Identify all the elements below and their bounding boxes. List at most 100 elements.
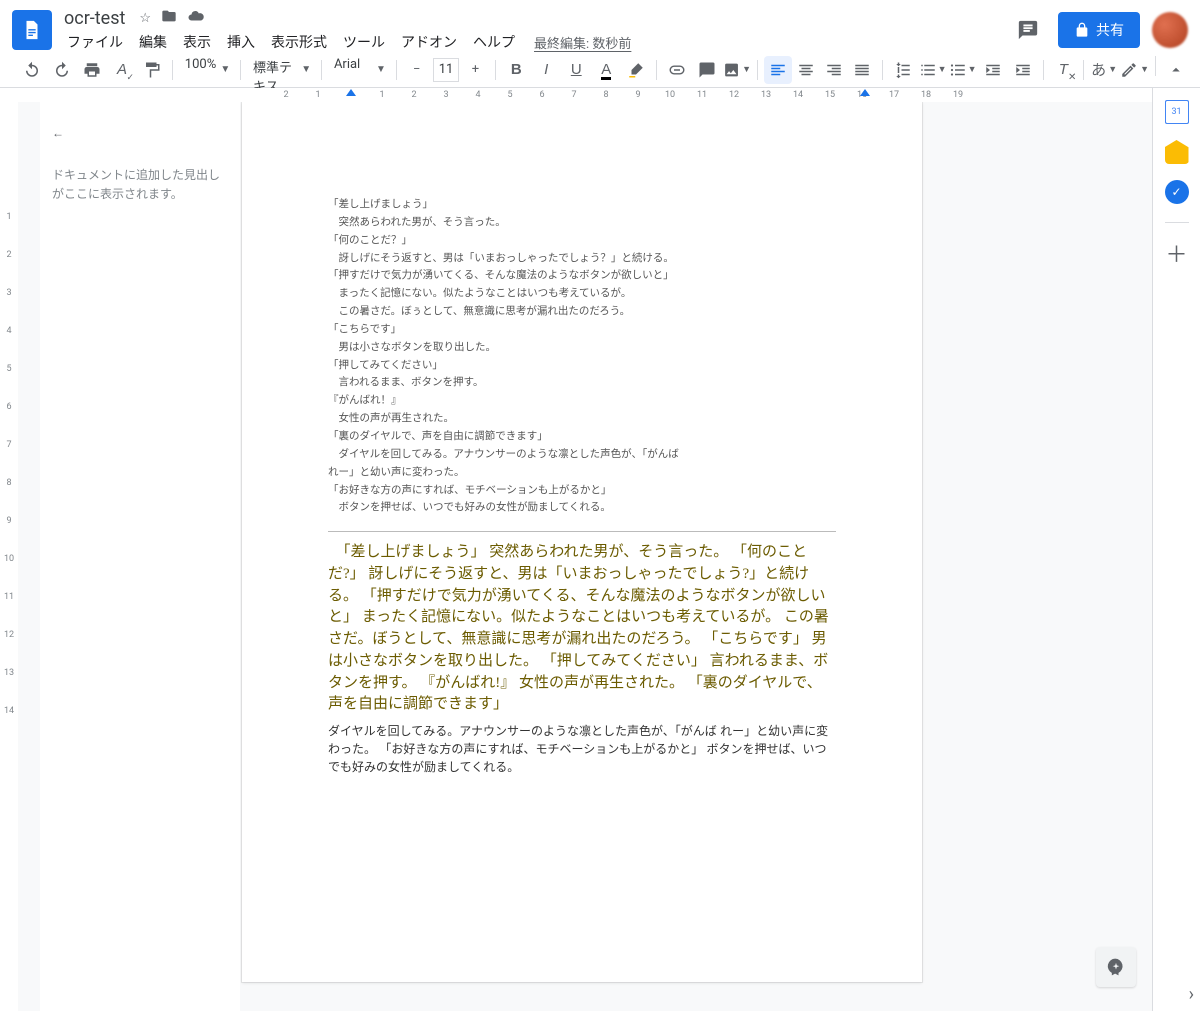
horizontal-rule xyxy=(328,531,836,532)
story-line[interactable]: 「何のことだ？」 xyxy=(328,232,836,250)
editing-mode-button[interactable]: ▼ xyxy=(1120,56,1149,84)
indent-increase-button[interactable] xyxy=(1009,56,1037,84)
story-line[interactable]: 言われるまま、ボタンを押す。 xyxy=(328,374,836,392)
ruler-tick: 10 xyxy=(654,90,686,100)
menu-bar: ファイル 編集 表示 挿入 表示形式 ツール アドオン ヘルプ 最終編集: 数秒… xyxy=(60,30,1010,54)
add-addon-icon[interactable]: ＋ xyxy=(1165,241,1189,265)
ruler-tick: 1 xyxy=(302,90,334,100)
share-button[interactable]: 共有 xyxy=(1058,12,1140,48)
ruler-tick: 7 xyxy=(558,90,590,100)
story-line[interactable]: 男は小さなボタンを取り出した。 xyxy=(328,339,836,357)
story-line[interactable]: 突然あらわれた男が、そう言った。 xyxy=(328,214,836,232)
story-line[interactable]: まったく記憶にない。似たようなことはいつも考えているが。 xyxy=(328,285,836,303)
star-icon[interactable]: ☆ xyxy=(139,11,151,26)
ruler-tick: 9 xyxy=(622,90,654,100)
ruler-tick: 11 xyxy=(686,90,718,100)
comments-icon[interactable] xyxy=(1010,12,1046,48)
share-label: 共有 xyxy=(1096,20,1124,40)
story-line[interactable]: れー」と幼い声に変わった。 xyxy=(328,464,836,482)
numbered-list-button[interactable]: ▼ xyxy=(919,56,947,84)
indent-marker-left[interactable] xyxy=(346,89,356,96)
ruler-tick: 4 xyxy=(6,326,11,336)
undo-button[interactable] xyxy=(18,56,46,84)
ruler-tick: 19 xyxy=(942,90,974,100)
story-line[interactable]: この暑さだ。ぼぅとして、無意識に思考が漏れ出たのだろう。 xyxy=(328,303,836,321)
ruler-tick: 8 xyxy=(590,90,622,100)
ruler-tick: 1 xyxy=(6,212,11,222)
input-mode-button[interactable]: あ▼ xyxy=(1090,56,1118,84)
story-line[interactable]: ボタンを押せば、いつでも好みの女性が励ましてくれる。 xyxy=(328,499,836,517)
text-color-button[interactable]: A xyxy=(592,56,620,84)
story-line[interactable]: 「お好きな方の声にすれば、モチベーションも上がるかと」 xyxy=(328,482,836,500)
font-select[interactable]: Arial xyxy=(328,57,378,83)
font-size-input[interactable]: 11 xyxy=(433,58,460,82)
underline-button[interactable]: U xyxy=(562,56,590,84)
story-line[interactable]: 訝しげにそう返すと、男は「いまおっしゃったでしょう？」と続ける。 xyxy=(328,250,836,268)
align-center-button[interactable] xyxy=(792,56,820,84)
story-line[interactable]: 「差し上げましょう」 xyxy=(328,196,836,214)
cloud-saved-icon[interactable] xyxy=(187,7,205,29)
ruler-tick: 2 xyxy=(6,250,11,260)
indent-decrease-button[interactable] xyxy=(979,56,1007,84)
story-line[interactable]: 『がんばれ！』 xyxy=(328,392,836,410)
font-size-decrease[interactable]: − xyxy=(403,56,431,84)
line-spacing-button[interactable] xyxy=(889,56,917,84)
story-line[interactable]: 「押すだけで気力が湧いてくる、そんな魔法のようなボタンが欲しいと」 xyxy=(328,267,836,285)
calendar-icon[interactable] xyxy=(1165,100,1189,124)
align-left-button[interactable] xyxy=(764,56,792,84)
insert-link-button[interactable] xyxy=(663,56,691,84)
story-line[interactable]: 「こちらです」 xyxy=(328,321,836,339)
side-panel: ＋ › xyxy=(1152,88,1200,1011)
outline-collapse-icon[interactable]: ← xyxy=(52,126,230,140)
explore-button[interactable] xyxy=(1096,947,1136,987)
align-right-button[interactable] xyxy=(820,56,848,84)
ruler-tick: 6 xyxy=(526,90,558,100)
story-line[interactable]: 女性の声が再生された。 xyxy=(328,410,836,428)
document-body-small[interactable]: 「差し上げましょう」 突然あらわれた男が、そう言った。「何のことだ？」 訝しげに… xyxy=(328,196,836,517)
insert-image-button[interactable]: ▼ xyxy=(723,56,751,84)
align-justify-button[interactable] xyxy=(848,56,876,84)
bold-button[interactable]: B xyxy=(502,56,530,84)
ruler-tick: 8 xyxy=(6,478,11,488)
ruler-tick: 18 xyxy=(910,90,942,100)
ruler-tick: 1 xyxy=(366,90,398,100)
ruler-tick: 12 xyxy=(4,630,14,640)
font-size-increase[interactable]: + xyxy=(461,56,489,84)
zoom-select[interactable]: 100% xyxy=(179,57,234,83)
ruler-tick: 2 xyxy=(270,90,302,100)
ruler-tick: 5 xyxy=(494,90,526,100)
clear-format-button[interactable]: T✕ xyxy=(1049,56,1077,84)
spellcheck-button[interactable]: A✓ xyxy=(108,56,136,84)
print-button[interactable] xyxy=(78,56,106,84)
ruler-tick: 9 xyxy=(6,516,11,526)
insert-comment-button[interactable] xyxy=(693,56,721,84)
side-panel-collapse-icon[interactable]: › xyxy=(1189,984,1194,1005)
vertical-ruler: 1234567891011121314 xyxy=(0,88,18,1011)
italic-button[interactable]: I xyxy=(532,56,560,84)
collapse-toolbar-button[interactable] xyxy=(1162,56,1190,84)
move-icon[interactable] xyxy=(161,8,177,28)
paragraph-style-select[interactable]: 標準テキス... xyxy=(247,57,315,83)
ruler-tick: 10 xyxy=(4,554,14,564)
highlight-button[interactable] xyxy=(622,56,650,84)
ruler-tick: 13 xyxy=(750,90,782,100)
story-line[interactable]: 「裏のダイヤルで、声を自由に調節できます」 xyxy=(328,428,836,446)
last-edit-text[interactable]: 最終編集: 数秒前 xyxy=(534,33,631,52)
bulleted-list-button[interactable]: ▼ xyxy=(949,56,977,84)
docs-app-icon[interactable] xyxy=(12,10,52,50)
document-page[interactable]: 「差し上げましょう」 突然あらわれた男が、そう言った。「何のことだ？」 訝しげに… xyxy=(242,102,922,982)
redo-button[interactable] xyxy=(48,56,76,84)
indent-marker-right[interactable] xyxy=(860,89,870,96)
document-excerpt-large[interactable]: 「差し上げましょう」 突然あらわれた男が、そう言った。 「何のことだ?」 訝しげ… xyxy=(328,542,836,716)
ruler-tick: 12 xyxy=(718,90,750,100)
toolbar: A✓ 100% ▼ 標準テキス... ▼ Arial ▼ − 11 + B I U A… xyxy=(0,52,1200,88)
story-line[interactable]: ダイヤルを回してみる。アナウンサーのような凛とした声色が、「がんば xyxy=(328,446,836,464)
document-excerpt-small[interactable]: ダイヤルを回してみる。アナウンサーのような凛とした声色が、「がんば れー」と幼い… xyxy=(328,722,836,776)
keep-icon[interactable] xyxy=(1165,140,1189,164)
ruler-tick: 14 xyxy=(782,90,814,100)
document-title[interactable]: ocr-test xyxy=(60,6,129,31)
story-line[interactable]: 「押してみてください」 xyxy=(328,357,836,375)
paint-format-button[interactable] xyxy=(138,56,166,84)
account-avatar[interactable] xyxy=(1152,12,1188,48)
tasks-icon[interactable] xyxy=(1165,180,1189,204)
